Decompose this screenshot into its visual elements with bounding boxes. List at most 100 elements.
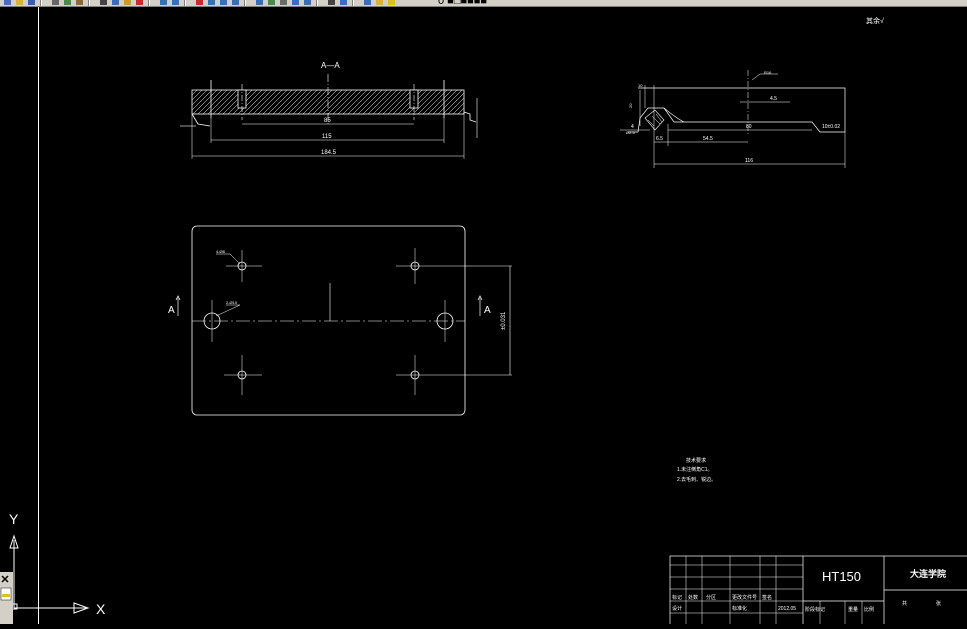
hatch-line	[457, 107, 465, 115]
hatch-line	[352, 89, 378, 115]
title-ratio: 比例	[864, 606, 874, 613]
zoom-window-button[interactable]	[218, 0, 229, 6]
markup-button[interactable]	[302, 0, 313, 6]
undo-icon	[160, 0, 167, 5]
toolbar-separator	[244, 0, 246, 6]
save-button[interactable]	[26, 0, 37, 6]
undo-button[interactable]	[158, 0, 169, 6]
dim-d2: 80	[746, 124, 752, 130]
title-school: 大连学院	[910, 568, 946, 579]
properties-icon	[256, 0, 263, 5]
hatch-line	[312, 89, 338, 115]
dim-d12: 10±0.02	[822, 124, 840, 130]
hatch-line	[447, 97, 465, 115]
paste-button[interactable]	[122, 0, 133, 6]
hatch-line	[191, 89, 213, 111]
zoom-previous-button[interactable]	[230, 0, 241, 6]
copy-button[interactable]	[110, 0, 121, 6]
title-row-zone: 分区	[706, 594, 716, 601]
title-stage: 阶段标记	[805, 606, 825, 613]
hatch-line	[247, 89, 273, 115]
hatch-line	[417, 89, 443, 115]
zoom-previous-icon	[232, 0, 239, 5]
hatch-line	[287, 89, 313, 115]
toolbar-separator	[40, 0, 42, 6]
title-row-count: 处数	[688, 594, 698, 601]
sheet-set-icon	[292, 0, 299, 5]
hatch-line	[277, 89, 303, 115]
hatch-line	[357, 89, 383, 115]
side-view[interactable]: 4.5 80 54.5 116 6.5 4 Ø2.5 10 20 10±0.02…	[620, 70, 846, 168]
dim-overall: 184.5	[321, 150, 337, 156]
hatch-line	[297, 89, 323, 115]
section-view-aa[interactable]: A—A 85 115 184.5	[180, 61, 478, 159]
redo-icon	[172, 0, 179, 5]
properties-button[interactable]	[254, 0, 265, 6]
title-row-mark: 标记	[672, 594, 682, 601]
dim-vertical: ±0.031	[501, 311, 507, 330]
calculator-icon	[328, 0, 335, 5]
dim-d7: Ø2.5	[626, 130, 635, 135]
layer-properties-button[interactable]	[362, 0, 373, 6]
cut-button[interactable]	[98, 0, 109, 6]
drawing-canvas[interactable]: A—A 85 115 184.5 4-Ø8 2-Ø10 ±0.031 A A 4…	[0, 7, 967, 624]
hatch-line	[242, 89, 268, 115]
hatch-line	[347, 89, 373, 115]
publish-icon	[76, 0, 83, 5]
layer-state-button[interactable]	[374, 0, 385, 6]
plot-preview-button[interactable]	[62, 0, 73, 6]
hatch-line	[327, 89, 353, 115]
hatch-line	[192, 89, 218, 115]
title-row-file: 更改文件号	[732, 594, 757, 601]
hatch-line	[257, 89, 283, 115]
hatch-line	[191, 89, 198, 96]
redo-button[interactable]	[170, 0, 181, 6]
hole-bottom-right	[396, 355, 512, 395]
dim-d1: 4.5	[770, 96, 777, 102]
section-marker-left: A	[168, 305, 175, 316]
sheet-set-button[interactable]	[290, 0, 301, 6]
hatch-line	[212, 89, 238, 115]
dim-d3: 54.5	[703, 136, 713, 142]
calculator-button[interactable]	[326, 0, 337, 6]
hatch-line	[377, 89, 403, 115]
match-properties-button[interactable]	[134, 0, 145, 6]
title-standard: 标准化	[732, 605, 747, 612]
title-sheet-no: 张	[936, 600, 941, 607]
hatch-line	[262, 89, 288, 115]
title-row-sign: 签名	[762, 594, 772, 601]
ucs-icon: Y X	[9, 511, 106, 617]
toolbar-separator	[316, 0, 318, 6]
hatch-line	[207, 89, 233, 115]
layer-light-button[interactable]	[386, 0, 397, 6]
cut-icon	[100, 0, 107, 5]
dim-mid: 115	[322, 134, 332, 140]
section-label: A—A	[321, 61, 340, 70]
hatch-line	[202, 89, 228, 115]
new-file-button[interactable]	[2, 0, 13, 6]
zoom-realtime-button[interactable]	[206, 0, 217, 6]
open-folder-button[interactable]	[14, 0, 25, 6]
pan-button[interactable]	[194, 0, 205, 6]
print-button[interactable]	[50, 0, 61, 6]
title-material: HT150	[822, 569, 861, 584]
section-marker-right: A	[484, 305, 491, 316]
publish-button[interactable]	[74, 0, 85, 6]
tool-palettes-button[interactable]	[278, 0, 289, 6]
left-dock-panel[interactable]	[0, 572, 13, 624]
hole-label-1: 4-Ø8	[216, 249, 226, 254]
surface-finish-note: 其余√	[866, 16, 884, 25]
layer-light-icon	[388, 0, 395, 5]
print-icon	[52, 0, 59, 5]
toolbar-separator	[148, 0, 150, 6]
design-center-button[interactable]	[266, 0, 277, 6]
dim-d13: R16	[764, 70, 772, 75]
hatch-line	[367, 89, 393, 115]
hatch-line	[282, 89, 308, 115]
plan-view[interactable]: 4-Ø8 2-Ø10 ±0.031 A A	[168, 225, 512, 416]
help-button[interactable]	[338, 0, 349, 6]
hole-label-2: 2-Ø10	[226, 300, 238, 305]
hatch-line	[382, 89, 408, 115]
help-icon	[340, 0, 347, 5]
technical-notes: 技术要求 1.未注倒角C1。 2.去毛刺、锐边。	[677, 457, 716, 483]
